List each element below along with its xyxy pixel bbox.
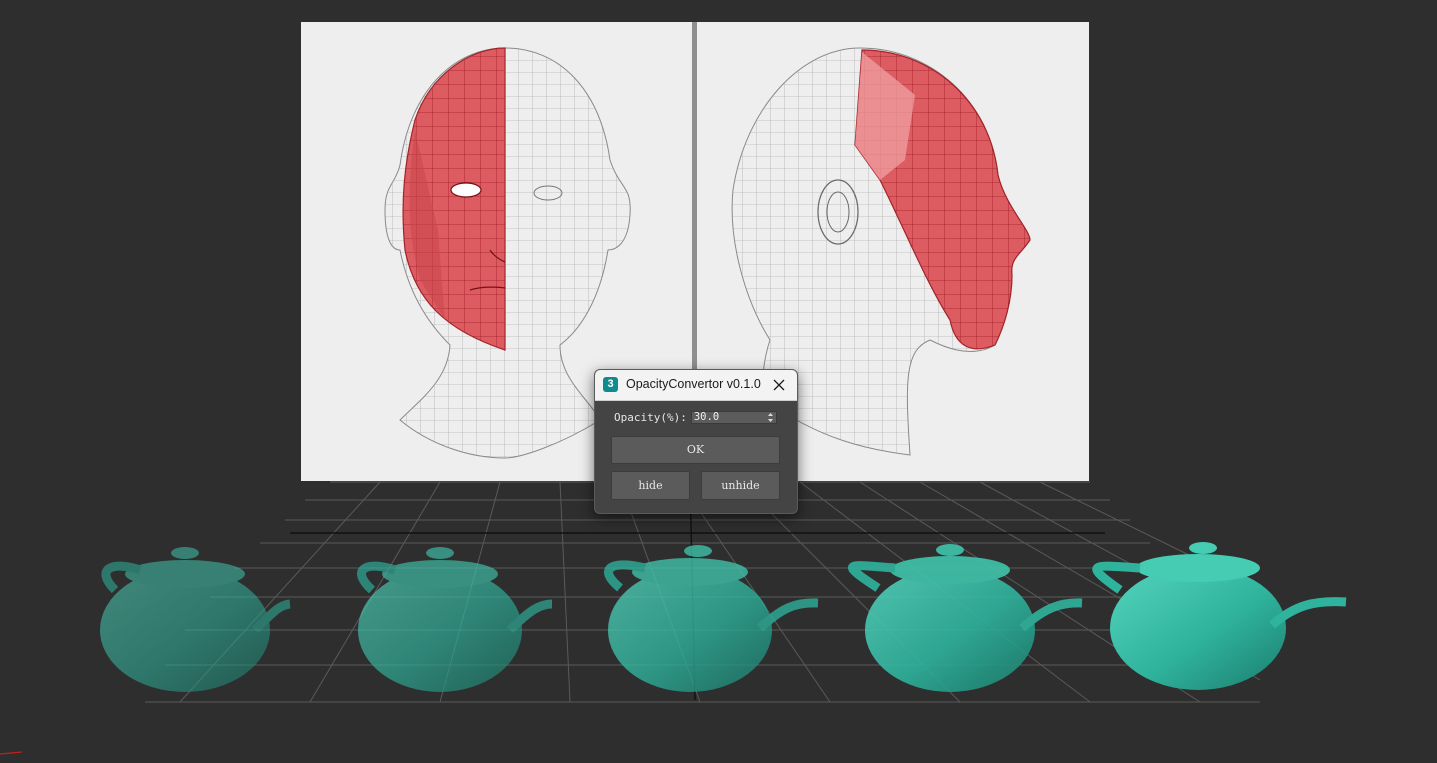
- close-button[interactable]: [767, 373, 791, 397]
- ok-button[interactable]: OK: [611, 436, 780, 464]
- teapot-5: [1092, 542, 1347, 690]
- opacity-value[interactable]: 30.0: [694, 411, 719, 423]
- dialog-title: OpacityConvertor v0.1.0: [626, 377, 761, 391]
- unhide-button[interactable]: unhide: [701, 471, 780, 500]
- hide-button[interactable]: hide: [611, 471, 690, 500]
- teapot-2: [357, 547, 553, 692]
- 3d-viewport[interactable]: 3 OpacityConvertor v0.1.0 Opacity(%): 30…: [0, 0, 1437, 763]
- opacity-row: Opacity(%): 30.0: [614, 410, 777, 424]
- teapot-1: [100, 547, 291, 692]
- dialog-titlebar[interactable]: 3 OpacityConvertor v0.1.0: [595, 370, 797, 401]
- opacity-convertor-dialog: 3 OpacityConvertor v0.1.0 Opacity(%): 30…: [594, 369, 798, 514]
- spinner-arrows-icon[interactable]: [767, 412, 774, 423]
- close-icon: [773, 379, 785, 391]
- opacity-spinner[interactable]: 30.0: [690, 410, 777, 424]
- 3dsmax-app-icon: 3: [603, 377, 618, 392]
- axis-gizmo-icon: [0, 751, 23, 755]
- teapot-3: [604, 545, 819, 692]
- opacity-label: Opacity(%):: [614, 410, 687, 424]
